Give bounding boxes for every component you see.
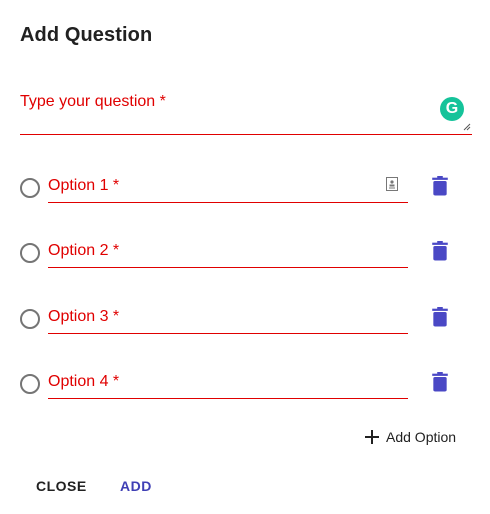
contact-card-icon[interactable] — [386, 177, 398, 191]
option-label: Option 4 * — [48, 373, 120, 390]
option-input[interactable]: Option 3 * — [48, 304, 408, 334]
radio-unchecked-icon[interactable] — [20, 178, 40, 198]
option-input[interactable]: Option 2 * — [48, 238, 408, 268]
add-option-button[interactable]: Add Option — [364, 427, 456, 447]
trash-icon[interactable] — [431, 176, 449, 196]
option-row: Option 3 * — [0, 304, 490, 340]
option-label: Option 3 * — [48, 308, 120, 325]
option-row: Option 1 * — [0, 173, 490, 209]
close-button[interactable]: CLOSE — [36, 478, 87, 494]
option-row: Option 4 * — [0, 369, 490, 405]
radio-unchecked-icon[interactable] — [20, 309, 40, 329]
trash-icon[interactable] — [431, 241, 449, 261]
resize-grip-icon[interactable] — [463, 123, 471, 131]
option-label: Option 1 * — [48, 177, 120, 194]
add-question-dialog: Add Question Type your question * G Opti… — [0, 0, 490, 514]
trash-icon[interactable] — [431, 372, 449, 392]
trash-icon[interactable] — [431, 307, 449, 327]
add-button[interactable]: ADD — [120, 478, 152, 494]
option-row: Option 2 * — [0, 238, 490, 274]
plus-icon — [365, 430, 379, 444]
radio-unchecked-icon[interactable] — [20, 243, 40, 263]
question-placeholder: Type your question * — [20, 93, 166, 110]
dialog-title: Add Question — [20, 24, 153, 46]
grammarly-icon[interactable]: G — [440, 97, 464, 121]
option-input[interactable]: Option 1 * — [48, 173, 408, 203]
option-input[interactable]: Option 4 * — [48, 369, 408, 399]
add-option-label: Add Option — [386, 429, 457, 445]
radio-unchecked-icon[interactable] — [20, 374, 40, 394]
question-input[interactable]: Type your question * G — [20, 86, 472, 135]
option-label: Option 2 * — [48, 242, 120, 259]
